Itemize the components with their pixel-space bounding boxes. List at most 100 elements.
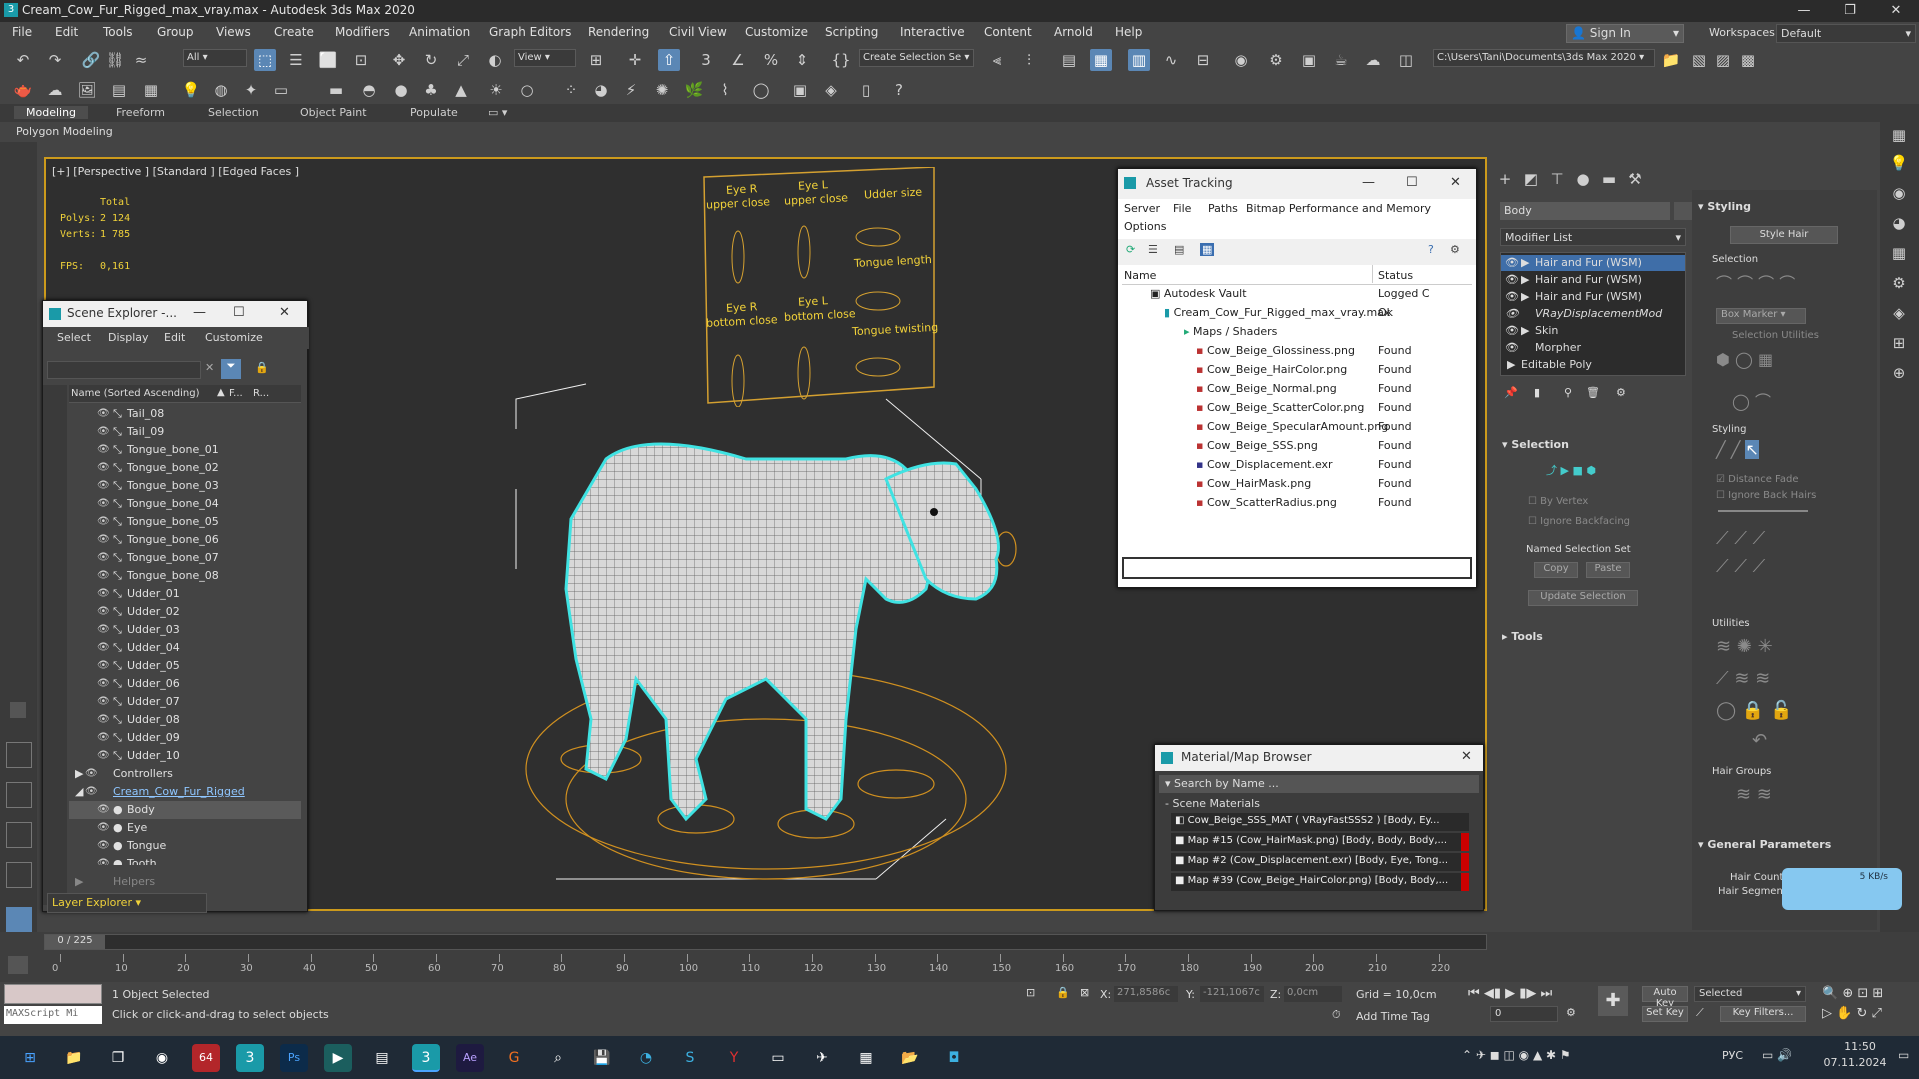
light-bulb-icon[interactable]: 💡	[1888, 152, 1910, 174]
current-frame-field[interactable]: 0	[1490, 1006, 1558, 1022]
table-row[interactable]: ▪ Cow_Displacement.exr	[1196, 458, 1333, 471]
select-by-name-icon[interactable]: ☰	[285, 49, 307, 71]
visibility-icon[interactable]: 👁	[97, 426, 110, 437]
folder-row[interactable]: ▸ Maps / Shaders	[1184, 325, 1277, 338]
motion-tab-icon[interactable]: ●	[1572, 168, 1594, 190]
checker-icon[interactable]: ▦	[1888, 124, 1910, 146]
refresh-icon[interactable]: ⟳	[1126, 243, 1135, 256]
link-icon[interactable]: 🔗	[80, 49, 102, 71]
pin-stack-icon[interactable]: 📌	[1504, 386, 1518, 399]
styling-tool-icons[interactable]: ╱ ╱ ↖	[1716, 440, 1759, 459]
3dsmax-active-icon[interactable]: 3	[412, 1044, 440, 1072]
plant-icon[interactable]: 🌿	[683, 79, 705, 101]
visibility-icon[interactable]: 👁	[97, 408, 110, 419]
viewport-nav-icons[interactable]: ▷ ✋ ↻ ⤢	[1822, 1006, 1882, 1021]
utilities-tab-icon[interactable]: ⚒	[1624, 168, 1646, 190]
object-color-swatch[interactable]	[1674, 202, 1692, 220]
playback-controls[interactable]: ⏮ ◀▮ ▶ ▮▶ ⏭	[1468, 986, 1552, 1001]
workspaces-select[interactable]: Default ▾	[1776, 24, 1916, 43]
globe-icon[interactable]: ◯	[750, 79, 772, 101]
help-icon[interactable]: ?	[1428, 243, 1434, 256]
eye-icon[interactable]: 👁	[1505, 290, 1519, 303]
brush-icon[interactable]: ⌇	[714, 79, 736, 101]
menu-edit[interactable]: Edit	[164, 331, 185, 344]
menu-rendering[interactable]: Rendering	[588, 25, 649, 39]
menu-bitmap[interactable]: Bitmap Performance and Memory	[1246, 202, 1431, 215]
asset-tracking-titlebar[interactable]: Asset Tracking	[1118, 169, 1476, 199]
list-item[interactable]: 👁 ⤡ Udder_04	[69, 639, 301, 657]
list-item[interactable]: ◧ Cow_Beige_SSS_MAT ( VRayFastSSS2 ) [Bo…	[1171, 813, 1469, 831]
menu-paths[interactable]: Paths	[1208, 202, 1238, 215]
maximize-icon[interactable]: ☐	[233, 305, 245, 320]
particles-icon[interactable]: ⁘	[560, 79, 582, 101]
sphere-icon[interactable]: ●	[390, 79, 412, 101]
pivot-center-icon[interactable]: ⊞	[585, 49, 607, 71]
list-item[interactable]: 👁 ⤡ Udder_07	[69, 693, 301, 711]
percent-snap-icon[interactable]: %	[760, 49, 782, 71]
menu-tools[interactable]: Tools	[103, 25, 133, 39]
visibility-icon[interactable]: 👁	[97, 444, 110, 455]
by-vertex-checkbox[interactable]: ☐ By Vertex	[1528, 496, 1588, 507]
set-key-icon[interactable]: ✚	[1598, 986, 1628, 1016]
add-time-tag[interactable]: Add Time Tag	[1356, 1010, 1430, 1023]
tree-node-helpers[interactable]: ▶ Helpers	[69, 873, 317, 891]
list-item[interactable]: 👁 ⤡ Tongue_bone_07	[69, 549, 301, 567]
stack-item[interactable]: ▶ Editable Poly	[1501, 357, 1685, 373]
list-item[interactable]: 👁 ● Eye	[69, 819, 301, 837]
x-coordinate-field[interactable]: 271,8586c	[1114, 986, 1178, 1002]
selection-utility-icons[interactable]: ⬢ ◯ ▦	[1716, 350, 1773, 369]
menu-display[interactable]: Display	[108, 331, 149, 344]
menu-animation[interactable]: Animation	[409, 25, 470, 39]
menu-customize[interactable]: Customize	[205, 331, 263, 344]
input-language[interactable]: РУС	[1722, 1049, 1743, 1062]
remove-modifier-icon[interactable]: 🗑	[1586, 386, 1600, 399]
scatter-icon[interactable]: ✺	[651, 79, 673, 101]
rollout-selection[interactable]: ▾ Selection	[1502, 438, 1569, 451]
calculator-icon[interactable]: ▦	[852, 1044, 880, 1072]
lock-icon[interactable]: 🔒	[255, 361, 269, 374]
display-tab-icon[interactable]: ▬	[1598, 168, 1620, 190]
menu-options[interactable]: Options	[1124, 220, 1166, 233]
visibility-icon[interactable]: 👁	[97, 660, 110, 671]
menu-modifiers[interactable]: Modifiers	[335, 25, 390, 39]
time-config-icon[interactable]: ⚙	[1566, 1006, 1576, 1019]
table-row[interactable]: ▪ Cow_Beige_ScatterColor.png	[1196, 401, 1364, 414]
list-item[interactable]: 👁 ● Tooth	[69, 855, 301, 865]
visibility-icon[interactable]: 👁	[97, 732, 110, 743]
eye-icon[interactable]: 👁	[1505, 273, 1519, 286]
col-status[interactable]: Status	[1378, 269, 1413, 282]
snaps-toggle-icon[interactable]: 3	[695, 49, 717, 71]
render-in-cloud-icon[interactable]: ☁	[1362, 49, 1384, 71]
keyboard-shortcut-override-icon[interactable]: ⇧	[658, 49, 680, 71]
cube-icon[interactable]: ◈	[1888, 302, 1910, 324]
photoshop-icon[interactable]: Ps	[280, 1044, 308, 1072]
minimize-icon[interactable]: —	[1781, 0, 1827, 22]
edit-named-selection-icon[interactable]: {}	[830, 49, 852, 71]
time-slider-thumb[interactable]: 0 / 225	[45, 935, 105, 949]
key-filters-button[interactable]: Key Filters...	[1720, 1006, 1806, 1022]
hierarchy-tab-icon[interactable]: ⊤	[1546, 168, 1568, 190]
bind-space-warp-icon[interactable]: ≈	[130, 49, 152, 71]
hdri-icon[interactable]: ◍	[210, 79, 232, 101]
sun-icon[interactable]: ☀	[485, 79, 507, 101]
rendered-frame-window-icon[interactable]: ▣	[1298, 49, 1320, 71]
auto-key-button[interactable]: Auto Key	[1642, 986, 1688, 1009]
create-tab-icon[interactable]: +	[1494, 168, 1516, 190]
container-icon[interactable]: ▧	[1688, 49, 1710, 71]
menu-server[interactable]: Server	[1124, 202, 1160, 215]
clear-icon[interactable]: ✕	[205, 361, 214, 374]
configure-sets-icon[interactable]: ⚙	[1616, 386, 1626, 399]
render-icon[interactable]: ◉	[1888, 182, 1910, 204]
undo-icon[interactable]: ↶	[12, 49, 34, 71]
stack-item[interactable]: 👁 ▶ Hair and Fur (WSM)	[1501, 289, 1685, 305]
spinner-snap-icon[interactable]: ⇕	[791, 49, 813, 71]
toggle-scene-explorer-icon[interactable]: ▤	[1058, 49, 1080, 71]
tab-selection[interactable]: Selection	[208, 106, 259, 119]
target-icon[interactable]: ⊕	[1888, 362, 1910, 384]
project-folder-icon[interactable]: 📁	[1660, 49, 1682, 71]
list-item[interactable]: 👁 ⤡ Tongue_bone_05	[69, 513, 301, 531]
app-g-icon[interactable]: G	[500, 1044, 528, 1072]
notifications-icon[interactable]: ▭	[1898, 1048, 1909, 1062]
tree-node-body-selected[interactable]: 👁 ● Body	[69, 801, 301, 819]
align-icon[interactable]: ⫶	[1018, 49, 1040, 71]
